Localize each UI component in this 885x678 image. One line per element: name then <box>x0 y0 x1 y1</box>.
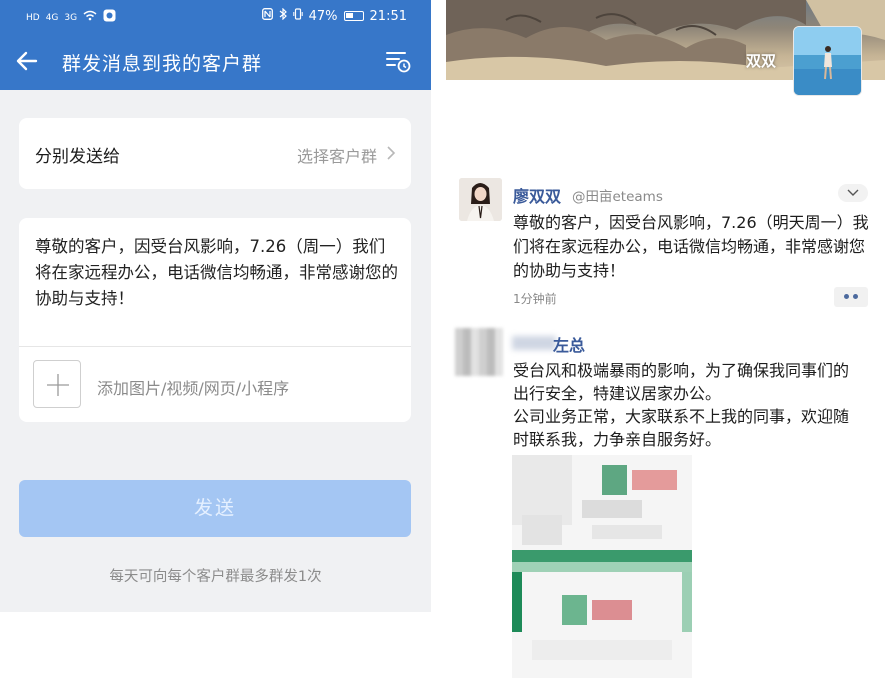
4g-signal-icon: 4G <box>45 12 59 23</box>
more-actions-button[interactable] <box>834 287 868 307</box>
nfc-icon <box>261 8 273 24</box>
bluetooth-icon <box>279 7 287 24</box>
title-bar: 群发消息到我的客户群 <box>0 34 431 90</box>
select-customer-group[interactable]: 选择客户群 <box>297 143 377 167</box>
battery-icon <box>343 11 364 21</box>
post-time: 1分钟前 <box>513 292 557 306</box>
send-to-label: 分别发送给 <box>35 147 120 167</box>
feed-post: 廖双双 @田亩eteams 尊敬的客户，因受台风影响，7.26（明天周一）我们将… <box>446 175 885 315</box>
chevron-down-icon <box>847 189 859 196</box>
chevron-right-icon <box>385 145 397 161</box>
plus-icon <box>47 374 69 396</box>
divider <box>19 346 411 347</box>
status-bar: HD 4G 3G 47% 21:51 <box>0 0 431 34</box>
hd-signal-icon: HD <box>26 12 40 23</box>
post-author-handle: @田亩eteams <box>572 189 663 205</box>
user-avatar[interactable] <box>459 178 502 221</box>
beach-person-image <box>794 27 861 95</box>
wifi-icon <box>83 10 97 25</box>
3g-signal-icon: 3G <box>64 12 78 23</box>
status-left: HD 4G 3G <box>26 9 116 26</box>
add-attachment-button[interactable] <box>33 360 81 408</box>
dot-icon <box>853 294 858 299</box>
send-limit-tip: 每天可向每个客户群最多群发1次 <box>109 569 322 585</box>
history-list-icon[interactable] <box>385 48 411 74</box>
send-button[interactable]: 发送 <box>19 480 411 537</box>
vibrate-icon <box>292 8 303 24</box>
add-attachment-label: 添加图片/视频/网页/小程序 <box>97 379 290 398</box>
battery-percent: 47% <box>308 8 338 24</box>
post-author-name[interactable]: 左总 <box>553 332 585 356</box>
compose-screen: HD 4G 3G 47% 21:51 群发消息到我的客户群 分别发送给 选择客户… <box>0 0 431 612</box>
app-notification-icon <box>103 9 116 26</box>
page-title: 群发消息到我的客户群 <box>62 53 263 75</box>
profile-avatar[interactable] <box>793 26 862 96</box>
post-image-pixelated[interactable] <box>512 455 692 678</box>
post-text: 尊敬的客户，因受台风影响，7.26（明天周一）我们将在家远程办公，电话微信均畅通… <box>513 213 869 280</box>
clock: 21:51 <box>369 8 407 24</box>
cover-user-name: 双双 <box>746 52 777 70</box>
status-right: 47% 21:51 <box>261 7 407 24</box>
post-collapse-button[interactable] <box>838 184 868 202</box>
post-author-name[interactable]: 廖双双 <box>513 183 561 207</box>
feed-screen: 双双 廖双双 @田亩eteams 尊敬的客户，因受台风影响，7.26（明天周一）… <box>446 0 885 678</box>
user-avatar-blurred[interactable] <box>455 328 503 376</box>
name-redaction <box>512 336 556 350</box>
dot-icon <box>844 294 849 299</box>
send-to-row[interactable]: 分别发送给 选择客户群 <box>19 118 411 189</box>
message-input[interactable]: 尊敬的客户，因受台风影响，7.26（周一）我们将在家远程办公，电话微信均畅通，非… <box>35 234 401 312</box>
message-card: 尊敬的客户，因受台风影响，7.26（周一）我们将在家远程办公，电话微信均畅通，非… <box>19 218 411 422</box>
back-arrow-icon[interactable] <box>14 48 40 74</box>
post-text: 受台风和极端暴雨的影响，为了确保我同事们的出行安全，特建议居家办公。 公司业务正… <box>513 361 850 449</box>
feed-post: 左总 受台风和极端暴雨的影响，为了确保我同事们的出行安全，特建议居家办公。 公司… <box>446 325 885 678</box>
